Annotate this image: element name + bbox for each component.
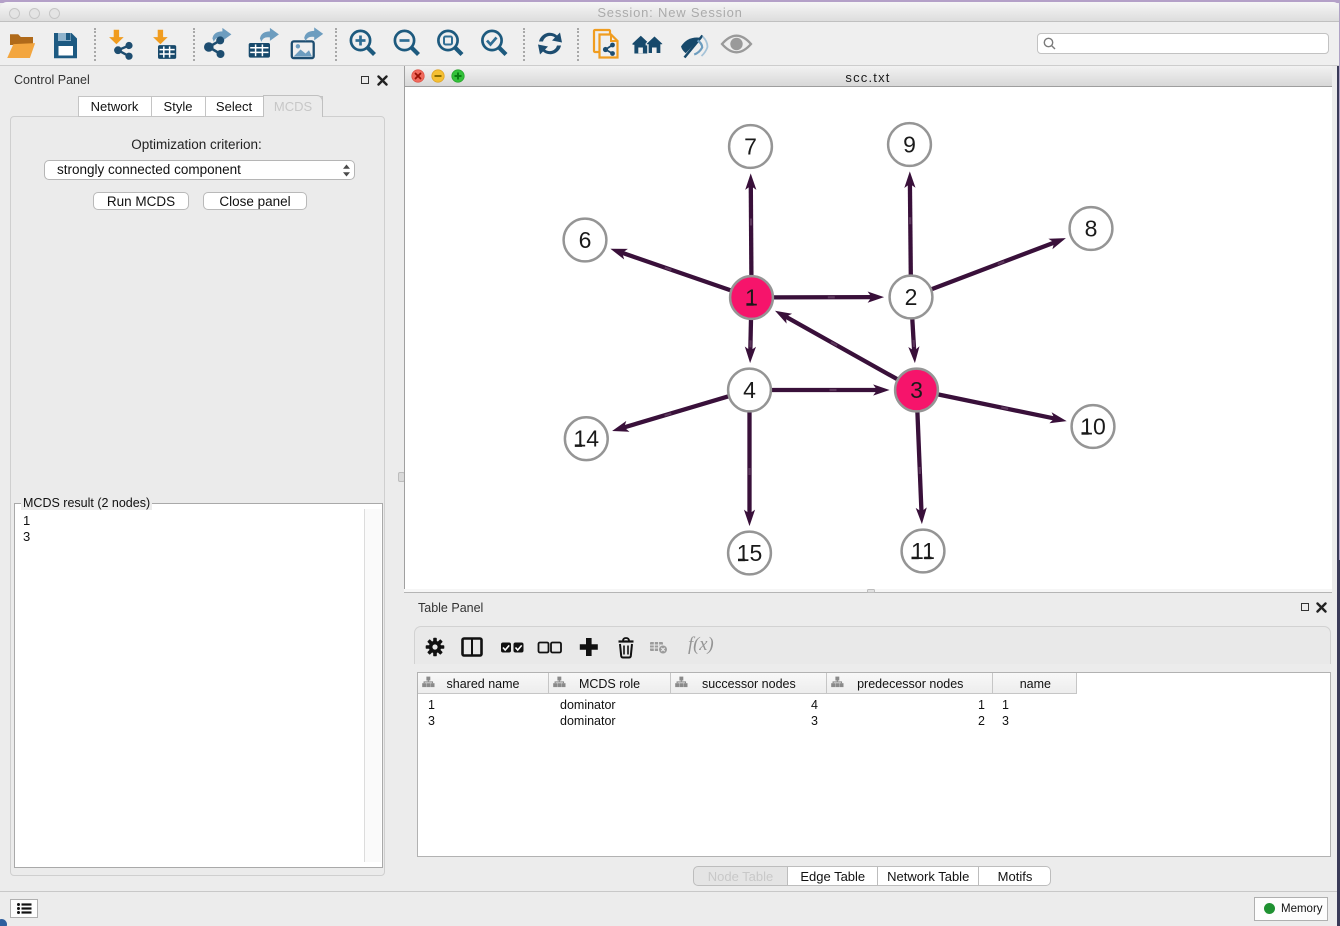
svg-text:3: 3 (910, 377, 923, 403)
svg-text:14: 14 (574, 426, 600, 452)
svg-text:10: 10 (1080, 414, 1106, 440)
svg-text:11: 11 (911, 538, 935, 564)
svg-text:6: 6 (579, 227, 592, 253)
svg-text:4: 4 (743, 377, 756, 403)
svg-text:7: 7 (744, 134, 757, 160)
svg-text:1: 1 (745, 285, 758, 311)
svg-text:8: 8 (1085, 216, 1098, 242)
svg-text:9: 9 (903, 132, 916, 158)
svg-text:2: 2 (905, 284, 918, 310)
svg-text:15: 15 (737, 540, 763, 566)
